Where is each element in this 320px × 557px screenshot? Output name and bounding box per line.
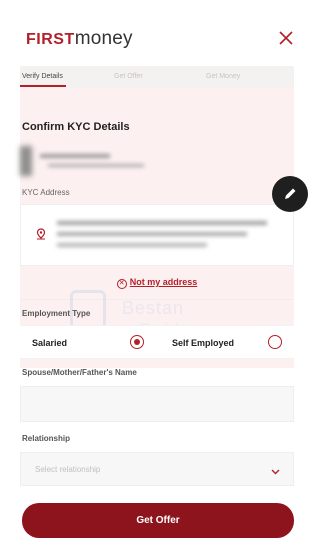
kyc-address-label: KYC Address	[22, 188, 70, 197]
employment-type-label: Employment Type	[22, 309, 91, 318]
employment-type-options: Salaried Self Employed	[20, 325, 294, 359]
not-my-address-link[interactable]: ✕ Not my address	[0, 277, 314, 289]
relationship-select[interactable]: Select relationship	[20, 452, 294, 486]
option-self-employed-label: Self Employed	[172, 338, 235, 348]
relationship-placeholder: Select relationship	[35, 465, 101, 474]
progress-steps: Verify Details Get Offer Get Money	[20, 66, 294, 88]
logo-money: money	[74, 28, 133, 49]
guardian-name-input[interactable]	[20, 386, 294, 422]
get-offer-button[interactable]: Get Offer	[22, 503, 294, 538]
redacted-photo	[20, 146, 32, 176]
option-salaried-label: Salaried	[32, 338, 68, 348]
redacted-id	[48, 164, 144, 167]
radio-salaried[interactable]	[130, 335, 144, 349]
redacted-address-line	[57, 232, 247, 236]
close-circle-icon: ✕	[116, 279, 127, 289]
not-my-address-text: Not my address	[129, 277, 198, 287]
redacted-address-line	[57, 243, 207, 247]
close-icon[interactable]	[278, 30, 294, 46]
redacted-address-line	[57, 221, 267, 225]
active-step-indicator	[20, 85, 66, 87]
relationship-label: Relationship	[22, 434, 71, 443]
step-verify-details: Verify Details	[22, 73, 63, 80]
radio-self-employed[interactable]	[268, 335, 282, 349]
guardian-name-label: Spouse/Mother/Father's Name	[22, 368, 137, 377]
edit-button[interactable]	[272, 176, 308, 212]
kyc-address-box	[20, 204, 294, 266]
logo-first: FIRST	[26, 31, 75, 48]
kyc-title: Confirm KYC Details	[22, 121, 130, 133]
location-pin-icon	[35, 227, 47, 240]
watermark-text: Bestan	[122, 298, 185, 318]
firstmoney-logo: FIRSTmoney	[26, 28, 133, 50]
redacted-name	[40, 154, 110, 158]
chevron-down-icon	[270, 464, 281, 475]
step-get-offer: Get Offer	[114, 73, 143, 80]
step-get-money: Get Money	[206, 73, 241, 80]
pencil-icon	[285, 188, 296, 199]
app-header: FIRSTmoney	[0, 0, 314, 66]
